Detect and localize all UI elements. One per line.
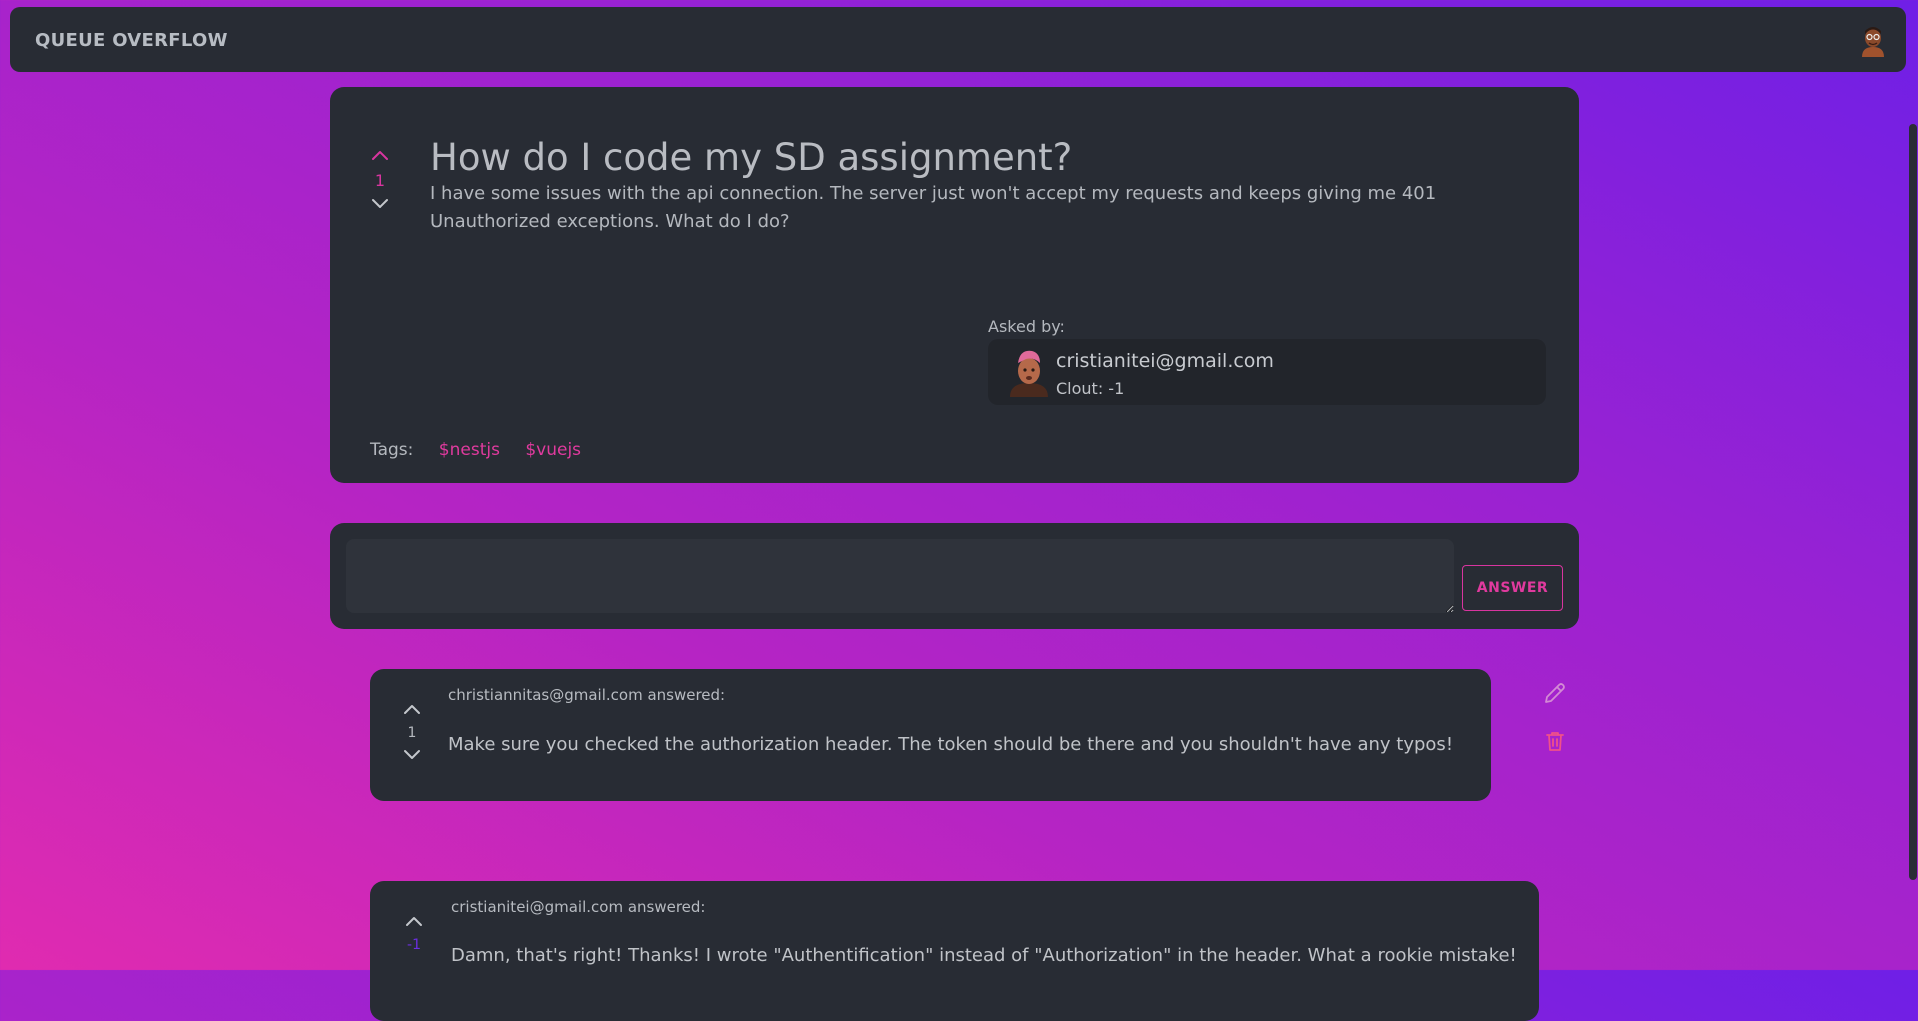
chevron-up-icon[interactable] xyxy=(405,915,423,927)
question-card: 1 How do I code my SD assignment? I have… xyxy=(330,87,1579,483)
author-clout: Clout: -1 xyxy=(1056,379,1125,398)
navbar: QUEUE OVERFLOW xyxy=(10,7,1906,72)
answer-text: Make sure you checked the authorization … xyxy=(448,734,1454,755)
answer-vote-widget: -1 xyxy=(402,915,426,961)
question-vote-count: 1 xyxy=(374,171,386,190)
answer-input[interactable] xyxy=(346,539,1454,613)
chevron-up-icon[interactable] xyxy=(371,149,389,161)
answer-text: Damn, that's right! Thanks! I wrote "Aut… xyxy=(451,945,1517,966)
author-avatar-icon xyxy=(1010,350,1048,397)
trash-icon[interactable] xyxy=(1542,728,1568,754)
chevron-down-icon[interactable] xyxy=(371,198,389,210)
author-email: cristianitei@gmail.com xyxy=(1056,350,1274,372)
pencil-icon[interactable] xyxy=(1542,680,1568,706)
scrollbar[interactable] xyxy=(1909,124,1917,880)
question-body: I have some issues with the api connecti… xyxy=(430,183,1437,232)
answer-vote-widget: 1 xyxy=(400,703,424,761)
tag-vuejs[interactable]: $vuejs xyxy=(525,440,581,460)
answer-item: -1 cristianitei@gmail.com answered: Damn… xyxy=(370,881,1539,1021)
answer-author: christiannitas@gmail.com answered: xyxy=(448,686,726,704)
asked-by-label: Asked by: xyxy=(988,317,1065,336)
answer-button[interactable]: ANSWER xyxy=(1462,565,1563,611)
answer-author: cristianitei@gmail.com answered: xyxy=(451,898,706,916)
answer-vote-count: -1 xyxy=(407,937,421,953)
question-vote-widget: 1 xyxy=(368,149,392,210)
chevron-down-icon[interactable] xyxy=(403,749,421,761)
app-brand[interactable]: QUEUE OVERFLOW xyxy=(35,30,228,51)
tags-label: Tags: xyxy=(370,440,414,460)
tags-row: Tags: $nestjs $vuejs xyxy=(370,440,581,460)
answer-item: 1 christiannitas@gmail.com answered: Mak… xyxy=(370,669,1491,801)
question-title: How do I code my SD assignment? xyxy=(430,136,1073,179)
author-card[interactable]: cristianitei@gmail.com Clout: -1 xyxy=(988,339,1546,405)
chevron-up-icon[interactable] xyxy=(403,703,421,715)
answer-vote-count: 1 xyxy=(407,725,417,741)
user-avatar-icon[interactable] xyxy=(1856,23,1890,57)
tag-nestjs[interactable]: $nestjs xyxy=(439,440,500,460)
answer-form: ANSWER xyxy=(330,523,1579,629)
